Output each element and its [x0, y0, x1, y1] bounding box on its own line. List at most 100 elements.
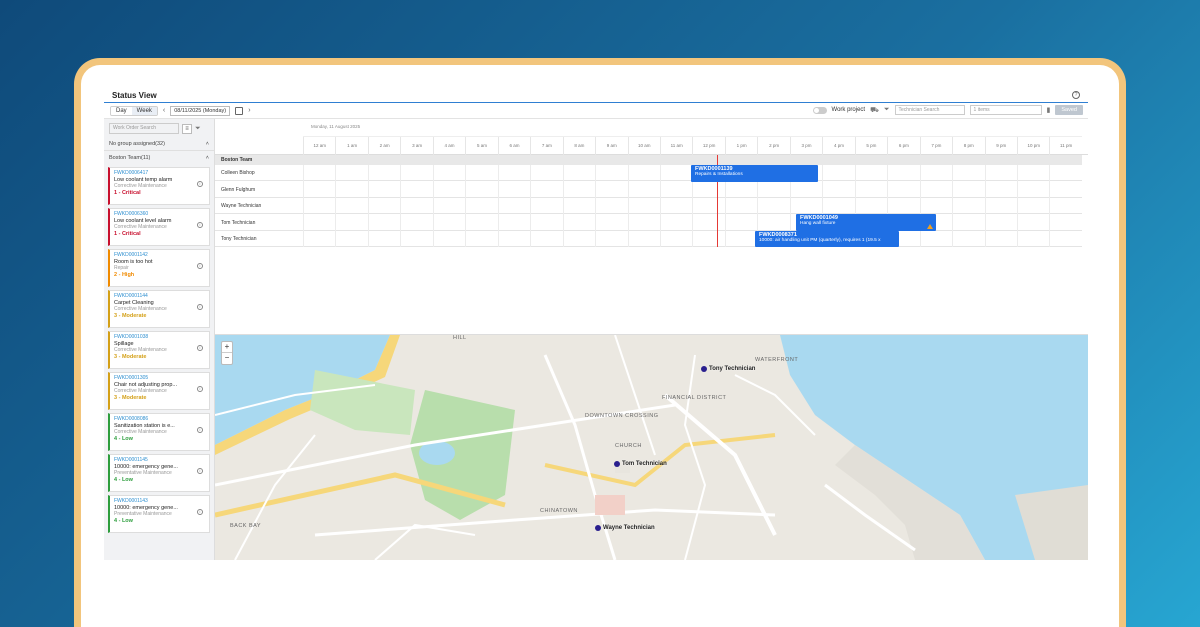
- work-order-priority: 3 - Moderate: [114, 313, 147, 319]
- work-order-type: Preventative Maintenance: [114, 511, 172, 517]
- event-block[interactable]: FWKD0001139 Repairs & Installations: [691, 165, 818, 182]
- hour-header: 3 pm: [789, 137, 822, 155]
- work-order-id: FWKD0001038: [114, 334, 149, 340]
- map-toggle-icon[interactable]: ▮: [1047, 106, 1051, 114]
- map-area-label: CHINATOWN: [540, 508, 578, 514]
- technician-row[interactable]: Tom Technician: [215, 215, 1082, 231]
- filter-icon[interactable]: ⏷: [195, 125, 201, 133]
- work-order-card[interactable]: FWKD0006417 Low coolant temp alarm Correct…: [108, 167, 210, 205]
- work-order-id: FWKD0001144: [114, 293, 148, 299]
- truck-icon[interactable]: ⛟: [870, 106, 879, 115]
- work-order-type: Repair: [114, 265, 129, 271]
- work-order-card[interactable]: FWKD0008086 Sanitization station is e... C…: [108, 413, 210, 451]
- schedule-date: Monday, 11 August 2025: [311, 124, 361, 129]
- marker-label: Tom Technician: [622, 461, 667, 467]
- hour-header: 11 am: [659, 137, 692, 155]
- map-view[interactable]: + − FINANCIAL DISTRICT DOWNTOWN CROSSING…: [215, 335, 1088, 560]
- work-order-card[interactable]: FWKD0001142 Room is too hot Repair 2 - High…: [108, 249, 210, 287]
- technician-marker[interactable]: Wayne Technician: [595, 525, 655, 531]
- hour-header: 2 am: [367, 137, 400, 155]
- technician-row[interactable]: Tony Technician: [215, 231, 1082, 247]
- hour-header: 7 pm: [919, 137, 952, 155]
- map-area-label: DOWNTOWN CROSSING: [585, 413, 659, 419]
- work-order-priority: 4 - Low: [114, 477, 133, 483]
- zoom-in-button[interactable]: +: [222, 342, 232, 353]
- hour-header: 9 am: [595, 137, 627, 155]
- date-input[interactable]: 08/11/2025 (Monday): [170, 105, 231, 116]
- work-order-id: FWKD0001143: [114, 498, 148, 504]
- info-icon[interactable]: i: [197, 468, 203, 474]
- map-area-label: HILL: [453, 335, 467, 341]
- work-order-type: Corrective Maintenance: [114, 224, 167, 230]
- marker-dot-icon: [701, 366, 707, 372]
- schedule-header: Monday, 11 August 2025 12 am 1 am 2 am 3 am…: [215, 119, 1088, 155]
- info-icon[interactable]: i: [197, 509, 203, 515]
- info-icon[interactable]: i: [197, 263, 203, 269]
- event-block[interactable]: FWKD0001049 Hang wall fixture: [796, 214, 936, 231]
- technician-marker[interactable]: Tom Technician: [614, 461, 667, 467]
- hour-header: 9 pm: [984, 137, 1017, 155]
- group-boston-team[interactable]: Boston Team(11) ˄: [104, 151, 214, 164]
- work-order-search-input[interactable]: Work Order Search: [109, 123, 179, 134]
- items-select[interactable]: 1 items: [969, 105, 1042, 115]
- info-icon[interactable]: i: [197, 427, 203, 433]
- zoom-out-button[interactable]: −: [222, 353, 232, 364]
- info-icon[interactable]: i: [197, 181, 203, 187]
- technician-row[interactable]: Glenn Fulghum: [215, 182, 1082, 198]
- save-button[interactable]: Saved: [1055, 105, 1083, 115]
- calendar-icon[interactable]: [235, 106, 244, 115]
- schedule-board: Monday, 11 August 2025 12 am 1 am 2 am 3 am…: [215, 119, 1088, 335]
- warning-icon: [927, 224, 933, 229]
- next-date-icon[interactable]: ›: [248, 107, 250, 114]
- work-order-type: Corrective Maintenance: [114, 183, 167, 189]
- event-block[interactable]: FWKD0008371 10000: air handling unit PM …: [755, 231, 899, 247]
- technician-search-input[interactable]: Technician Search: [894, 105, 965, 115]
- group-label: No group assigned(32): [109, 141, 165, 147]
- work-order-card[interactable]: FWKD0001305 Chair not adjusting prop... Co…: [108, 372, 210, 410]
- work-project-label: Work project: [831, 107, 866, 113]
- hour-header: 1 am: [335, 137, 367, 155]
- map-area-label: FINANCIAL DISTRICT: [662, 395, 727, 401]
- work-order-priority: 1 - Critical: [114, 231, 141, 237]
- hour-header: 6 am: [497, 137, 530, 155]
- work-order-type: Corrective Maintenance: [114, 429, 167, 435]
- info-icon[interactable]: i: [197, 222, 203, 228]
- prev-date-icon[interactable]: ‹: [163, 107, 165, 114]
- hour-header: 4 pm: [822, 137, 854, 155]
- info-icon[interactable]: i: [197, 345, 203, 351]
- marker-label: Wayne Technician: [603, 525, 655, 531]
- hour-header: 6 pm: [887, 137, 919, 155]
- technician-row[interactable]: Wayne Technician: [215, 198, 1082, 214]
- map-area-label: WATERFRONT: [755, 357, 799, 363]
- filter-icon[interactable]: ⏷: [884, 106, 890, 114]
- hour-header: 12 pm: [692, 137, 724, 155]
- work-order-card[interactable]: FWKD0001144 Carpet Cleaning Corrective Mai…: [108, 290, 210, 328]
- help-icon[interactable]: ?: [1072, 91, 1080, 99]
- view-toggle: Day Week: [110, 105, 158, 116]
- work-order-priority: 2 - High: [114, 272, 135, 278]
- hour-columns: 12 am 1 am 2 am 3 am 4 am 5 am 6 am 7 am 8 am 9 a…: [303, 136, 1082, 155]
- work-order-priority: 1 - Critical: [114, 190, 141, 196]
- team-row: Boston Team: [215, 155, 1082, 165]
- marker-dot-icon: [614, 461, 620, 467]
- work-order-card[interactable]: FWKD0001143 10000: emergency gene... Preve…: [108, 495, 210, 533]
- work-order-priority: 3 - Moderate: [114, 354, 147, 360]
- work-project-toggle[interactable]: [812, 106, 827, 114]
- info-icon[interactable]: i: [197, 386, 203, 392]
- week-button[interactable]: Week: [131, 106, 157, 115]
- hour-header: 8 pm: [952, 137, 984, 155]
- sort-icon[interactable]: ≡: [182, 123, 192, 134]
- hour-header: 1 pm: [724, 137, 757, 155]
- status-view-app: Status View ? Day Week ‹ 08/11/2025 (Mon…: [104, 88, 1088, 627]
- work-order-card[interactable]: FWKD0001038 Spillage Corrective Maintenanc…: [108, 331, 210, 369]
- day-button[interactable]: Day: [111, 106, 132, 115]
- info-icon[interactable]: i: [197, 304, 203, 310]
- work-order-type: Corrective Maintenance: [114, 347, 167, 353]
- hour-header: 8 am: [562, 137, 595, 155]
- work-order-card[interactable]: FWKD0001145 10000: emergency gene... Preve…: [108, 454, 210, 492]
- technician-marker[interactable]: Tony Technician: [701, 366, 755, 372]
- work-order-sidebar: Work Order Search ≡ ⏷ No group assigned(…: [104, 119, 215, 560]
- technician-row[interactable]: Colleen Bishop: [215, 165, 1082, 181]
- group-no-assigned[interactable]: No group assigned(32) ˄: [104, 138, 214, 151]
- work-order-card[interactable]: FWKD0006360 Low coolant level alarm Correc…: [108, 208, 210, 246]
